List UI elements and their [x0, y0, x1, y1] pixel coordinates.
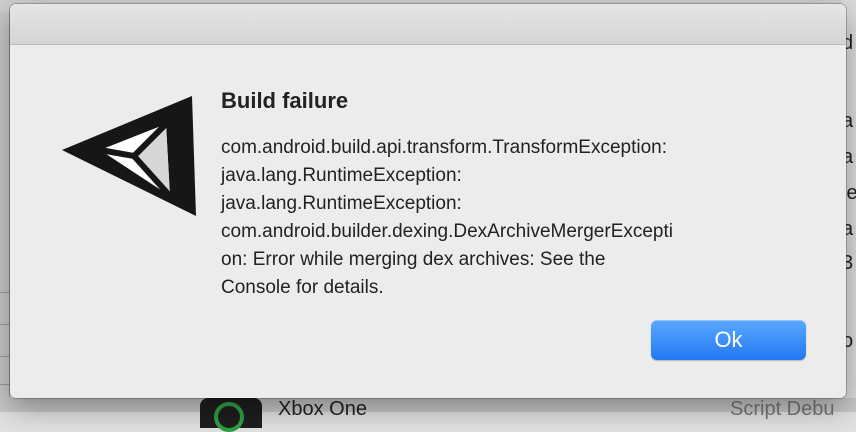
script-debugging-label: Script Debu	[730, 398, 835, 420]
build-failure-dialog: Build failure com.android.build.api.tran…	[10, 4, 846, 398]
dialog-titlebar[interactable]	[10, 4, 846, 45]
unity-logo-icon	[62, 96, 196, 216]
dialog-message: com.android.build.api.transform.Transfor…	[221, 137, 674, 298]
platform-label-xbox: Xbox One	[278, 398, 367, 420]
ok-button[interactable]: Ok	[651, 320, 806, 360]
background-bottom-bar: Xbox One Script Debu	[0, 398, 856, 432]
dialog-title: Build failure	[221, 88, 349, 113]
background-left-panel	[0, 12, 10, 412]
xbox-icon	[200, 398, 262, 432]
